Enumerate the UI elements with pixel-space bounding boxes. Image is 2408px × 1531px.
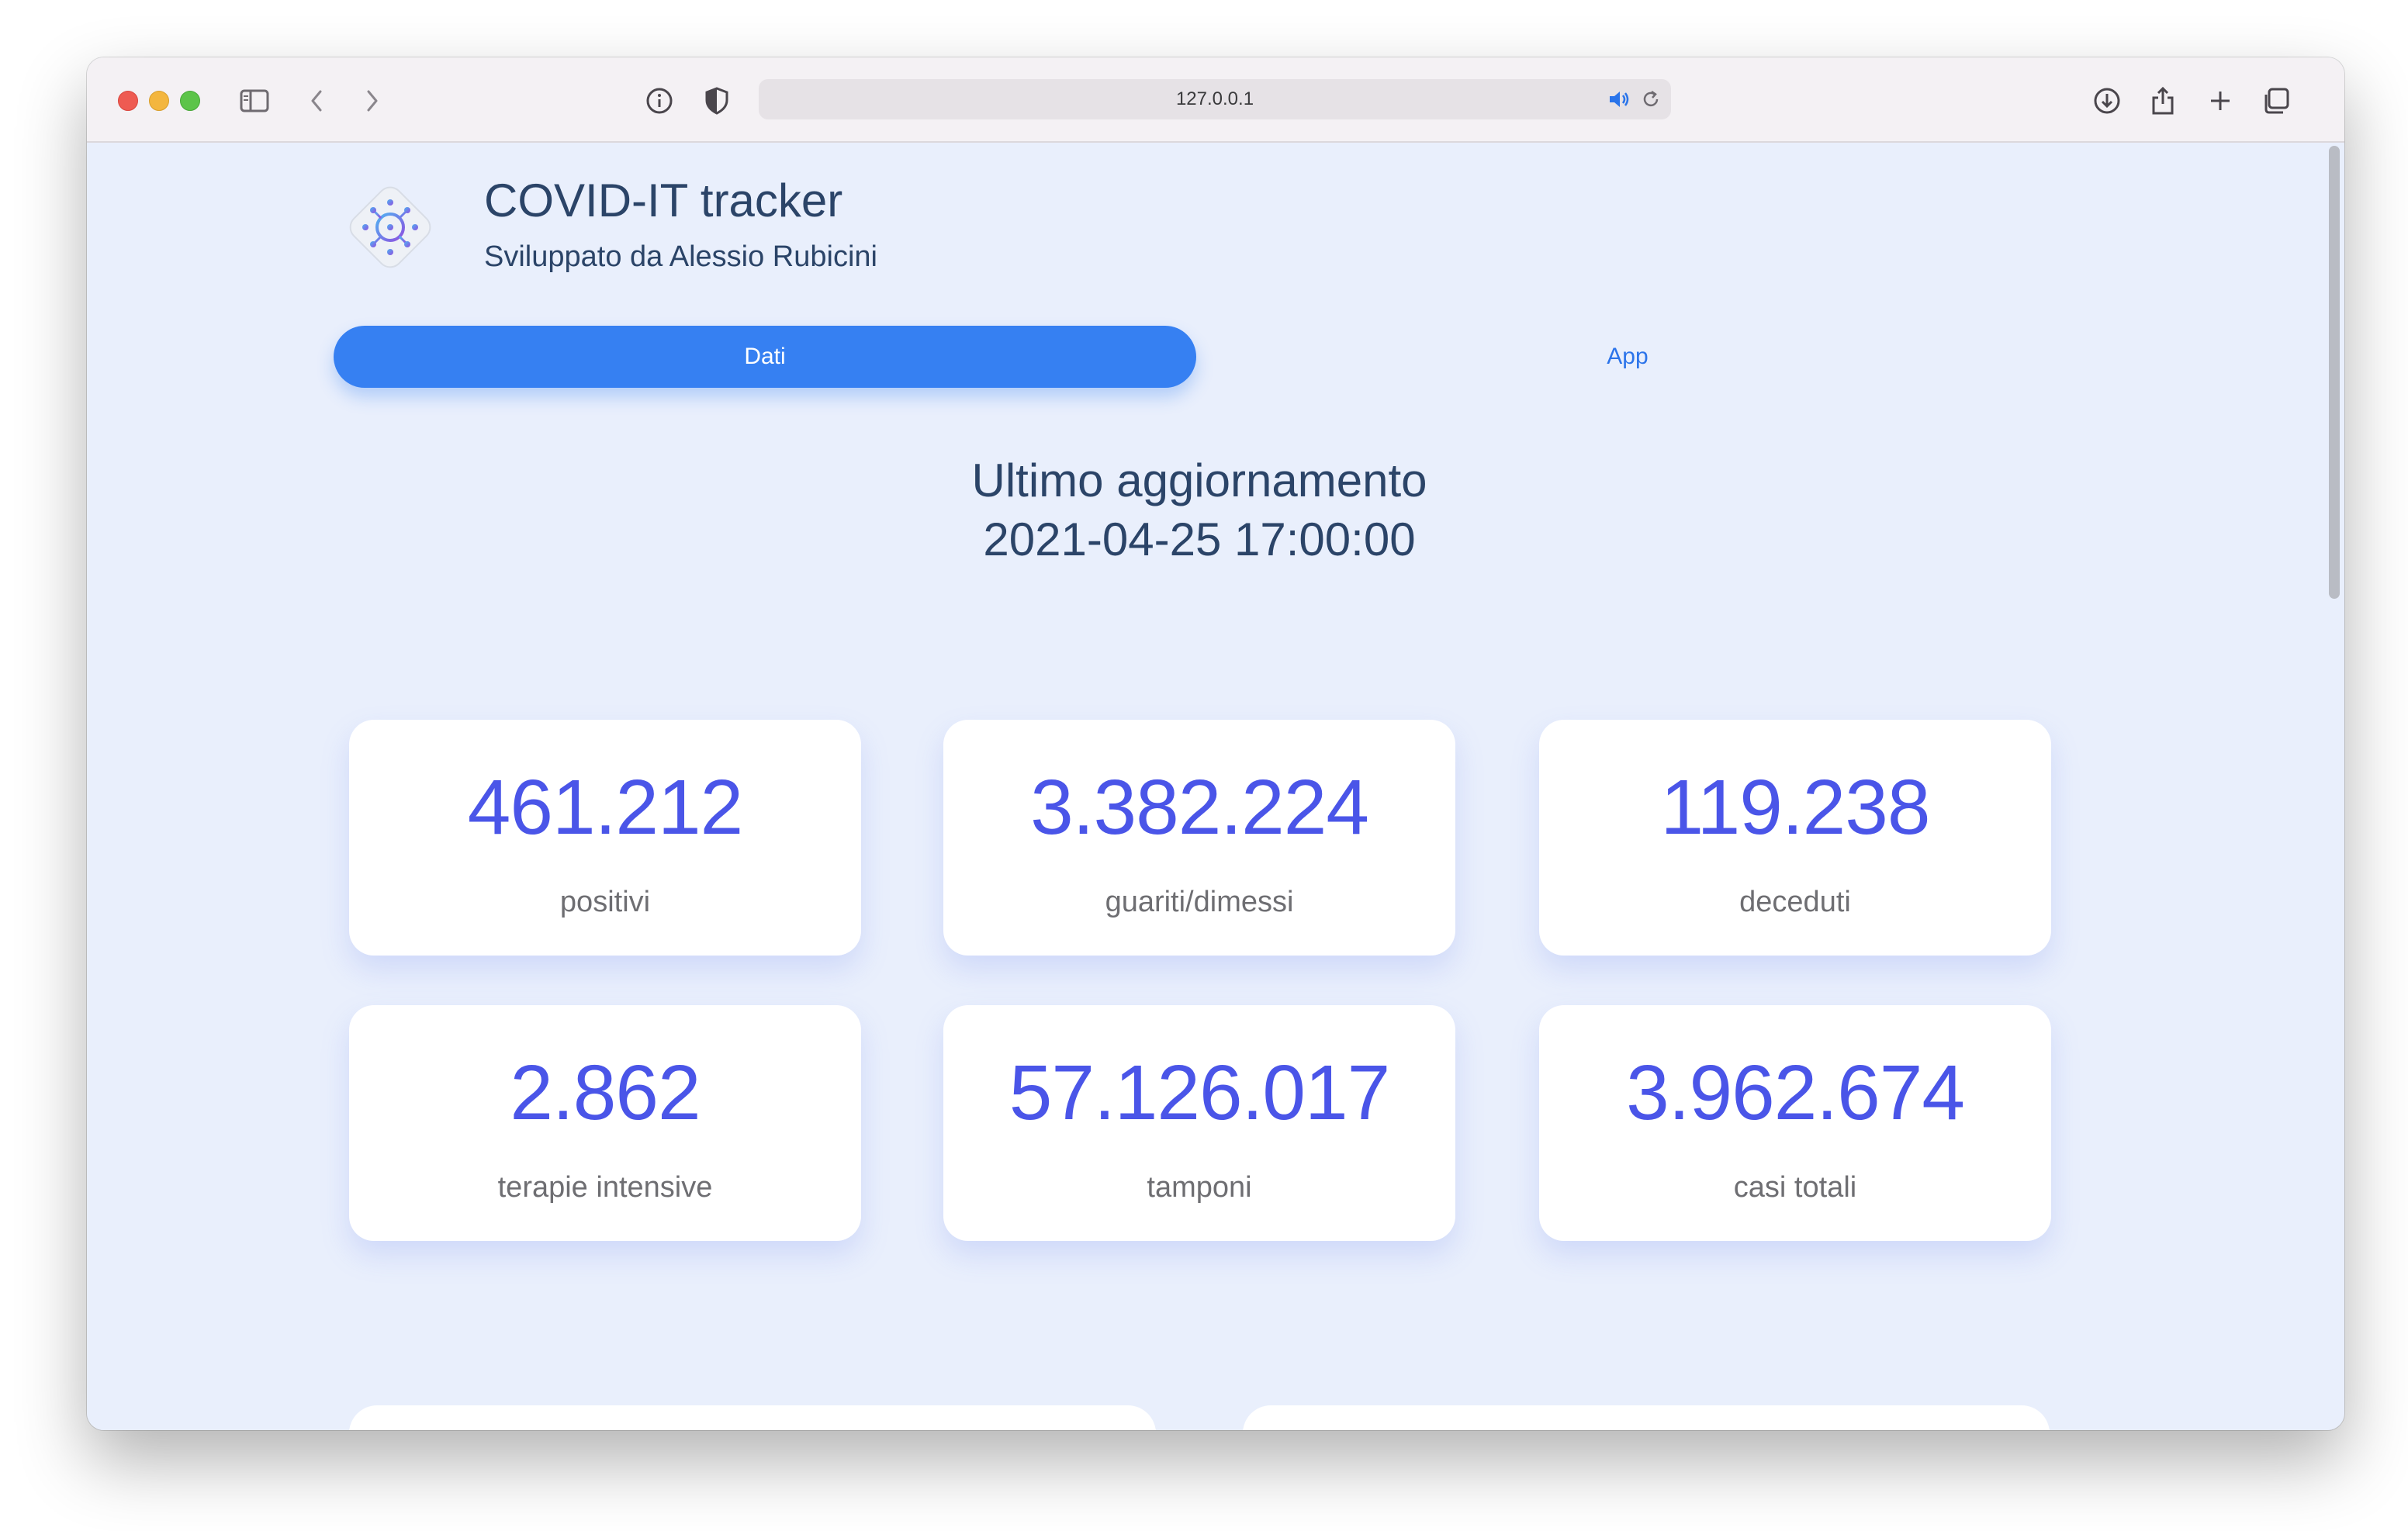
stat-value: 461.212 — [467, 764, 743, 851]
app-logo-icon — [340, 177, 441, 278]
zoom-window-button[interactable] — [180, 91, 200, 111]
address-bar[interactable]: 127.0.0.1 — [759, 79, 1671, 119]
browser-window: 127.0.0.1 COVID-IT tracker Sviluppato da… — [87, 57, 2344, 1430]
scrollbar[interactable] — [2323, 143, 2344, 1430]
download-icon[interactable] — [2091, 85, 2123, 116]
stat-label: casi totali — [1733, 1171, 1857, 1204]
close-window-button[interactable] — [118, 91, 138, 111]
stat-card-casi-totali: 3.962.674 casi totali — [1539, 1005, 2051, 1241]
tab-dati[interactable]: Dati — [334, 326, 1196, 388]
new-tab-icon[interactable] — [2205, 85, 2236, 116]
info-icon[interactable] — [644, 85, 675, 116]
minimize-window-button[interactable] — [149, 91, 169, 111]
scrollbar-thumb[interactable] — [2329, 146, 2340, 599]
tab-overview-icon[interactable] — [2261, 85, 2292, 116]
stat-value: 119.238 — [1660, 764, 1930, 851]
url-text: 127.0.0.1 — [1175, 88, 1254, 109]
stat-value: 3.382.224 — [1030, 764, 1369, 851]
stat-card-deceduti: 119.238 deceduti — [1539, 720, 2051, 956]
stat-label: deceduti — [1739, 886, 1851, 918]
speaker-icon[interactable] — [1607, 88, 1631, 110]
privacy-shield-icon[interactable] — [701, 85, 732, 116]
stat-card-tamponi: 57.126.017 tamponi — [943, 1005, 1455, 1241]
app-title: COVID-IT tracker — [484, 175, 843, 226]
tab-app[interactable]: App — [1196, 326, 2059, 388]
chart-panel-right — [1243, 1405, 2050, 1430]
chart-panel-left — [349, 1405, 1156, 1430]
stat-value: 57.126.017 — [1009, 1049, 1391, 1136]
stat-label: tamponi — [1147, 1171, 1252, 1204]
stat-label: positivi — [559, 886, 651, 918]
sidebar-toggle-icon[interactable] — [239, 85, 270, 116]
update-datetime: 2021-04-25 17:00:00 — [983, 513, 1416, 565]
stat-value: 3.962.674 — [1626, 1049, 1965, 1136]
stat-card-guariti: 3.382.224 guariti/dimessi — [943, 720, 1455, 956]
stat-card-terapie: 2.862 terapie intensive — [349, 1005, 861, 1241]
stat-label: terapie intensive — [497, 1171, 713, 1204]
back-arrow-icon[interactable] — [301, 85, 332, 116]
share-icon[interactable] — [2147, 85, 2178, 116]
update-heading: Ultimo aggiornamento — [971, 454, 1427, 506]
reload-icon[interactable] — [1640, 88, 1662, 110]
stat-card-positivi: 461.212 positivi — [349, 720, 861, 956]
stat-value: 2.862 — [510, 1049, 701, 1136]
page-content: COVID-IT tracker Sviluppato da Alessio R… — [87, 143, 2344, 1430]
browser-toolbar: 127.0.0.1 — [87, 57, 2344, 143]
stat-label: guariti/dimessi — [1105, 886, 1294, 918]
app-subtitle: Sviluppato da Alessio Rubicini — [484, 240, 877, 273]
forward-arrow-icon[interactable] — [357, 85, 388, 116]
